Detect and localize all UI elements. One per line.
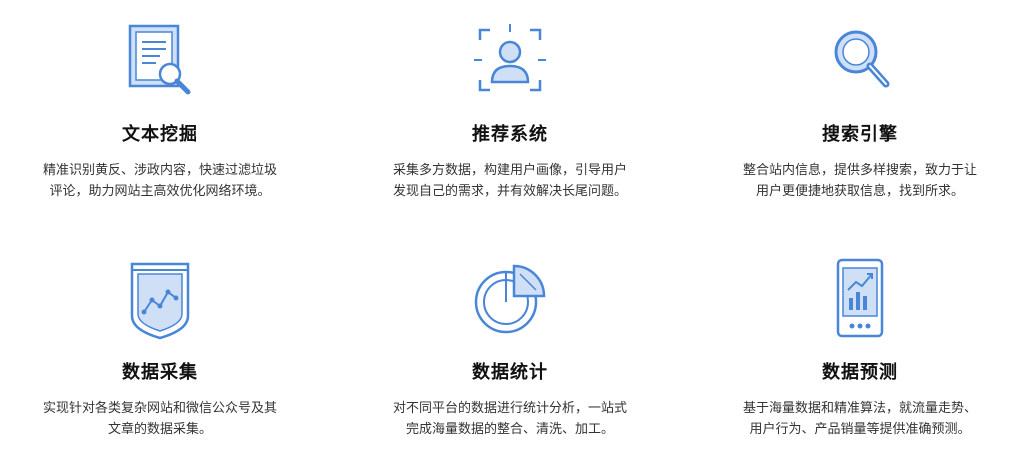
feature-card-search-engine: 搜索引擎 整合站内信息，提供多样搜索，致力于让 用户更便捷地获取信息，找到所求。	[700, 12, 1020, 202]
feature-description-line: 整合站内信息，提供多样搜索，致力于让	[742, 163, 977, 178]
feature-description: 对不同平台的数据进行统计分析，一站式 完成海量数据的整合、清洗、加工。	[350, 398, 670, 440]
feature-description-line: 对不同平台的数据进行统计分析，一站式	[392, 401, 627, 416]
feature-description-line: 基于海量数据和精准算法，就流量走势、	[742, 401, 977, 416]
magnifier-icon	[834, 30, 890, 88]
document-search-icon	[128, 24, 191, 95]
feature-description-line: 发现自己的需求，并有效解决长尾问题。	[392, 184, 627, 199]
feature-title: 数据统计	[472, 362, 548, 383]
feature-description-line: 实现针对各类复杂网站和微信公众号及其	[42, 401, 277, 416]
feature-title: 文本挖掘	[122, 124, 198, 145]
feature-title: 数据预测	[822, 362, 898, 383]
feature-description: 基于海量数据和精准算法，就流量走势、 用户行为、产品销量等提供准确预测。	[700, 398, 1020, 440]
feature-card-text-mining: 文本挖掘 精准识别黄反、涉政内容，快速过滤垃圾 评论，助力网站主高效优化网络环境…	[0, 12, 320, 202]
data-collection-icon	[130, 262, 190, 340]
feature-card-data-collection: 数据采集 实现针对各类复杂网站和微信公众号及其 文章的数据采集。	[0, 250, 320, 440]
feature-description-line: 精准识别黄反、涉政内容，快速过滤垃圾	[42, 163, 277, 178]
feature-description: 采集多方数据，构建用户画像，引导用户 发现自己的需求，并有效解决长尾问题。	[350, 160, 670, 202]
pie-chart-icon	[474, 264, 546, 334]
feature-card-data-statistics: 数据统计 对不同平台的数据进行统计分析，一站式 完成海量数据的整合、清洗、加工。	[350, 250, 670, 440]
feature-description-line: 完成海量数据的整合、清洗、加工。	[405, 422, 614, 437]
feature-description-line: 用户行为、产品销量等提供准确预测。	[749, 422, 971, 437]
feature-description: 整合站内信息，提供多样搜索，致力于让 用户更便捷地获取信息，找到所求。	[700, 160, 1020, 202]
feature-description-line: 采集多方数据，构建用户画像，引导用户	[392, 163, 627, 178]
feature-title: 数据采集	[122, 362, 198, 383]
feature-description-line: 评论，助力网站主高效优化网络环境。	[49, 184, 271, 199]
feature-title: 推荐系统	[472, 124, 548, 145]
feature-card-data-prediction: 数据预测 基于海量数据和精准算法，就流量走势、 用户行为、产品销量等提供准确预测…	[700, 250, 1020, 440]
mobile-trend-icon	[836, 258, 884, 338]
features-grid: 文本挖掘 精准识别黄反、涉政内容，快速过滤垃圾 评论，助力网站主高效优化网络环境…	[0, 0, 1024, 465]
feature-description-line: 用户更便捷地获取信息，找到所求。	[755, 184, 964, 199]
feature-title: 搜索引擎	[822, 124, 898, 145]
user-portrait-icon	[474, 24, 546, 92]
feature-card-recommendation: 推荐系统 采集多方数据，构建用户画像，引导用户 发现自己的需求，并有效解决长尾问…	[350, 12, 670, 202]
feature-description-line: 文章的数据采集。	[107, 422, 212, 437]
feature-description: 精准识别黄反、涉政内容，快速过滤垃圾 评论，助力网站主高效优化网络环境。	[0, 160, 320, 202]
feature-description: 实现针对各类复杂网站和微信公众号及其 文章的数据采集。	[0, 398, 320, 440]
